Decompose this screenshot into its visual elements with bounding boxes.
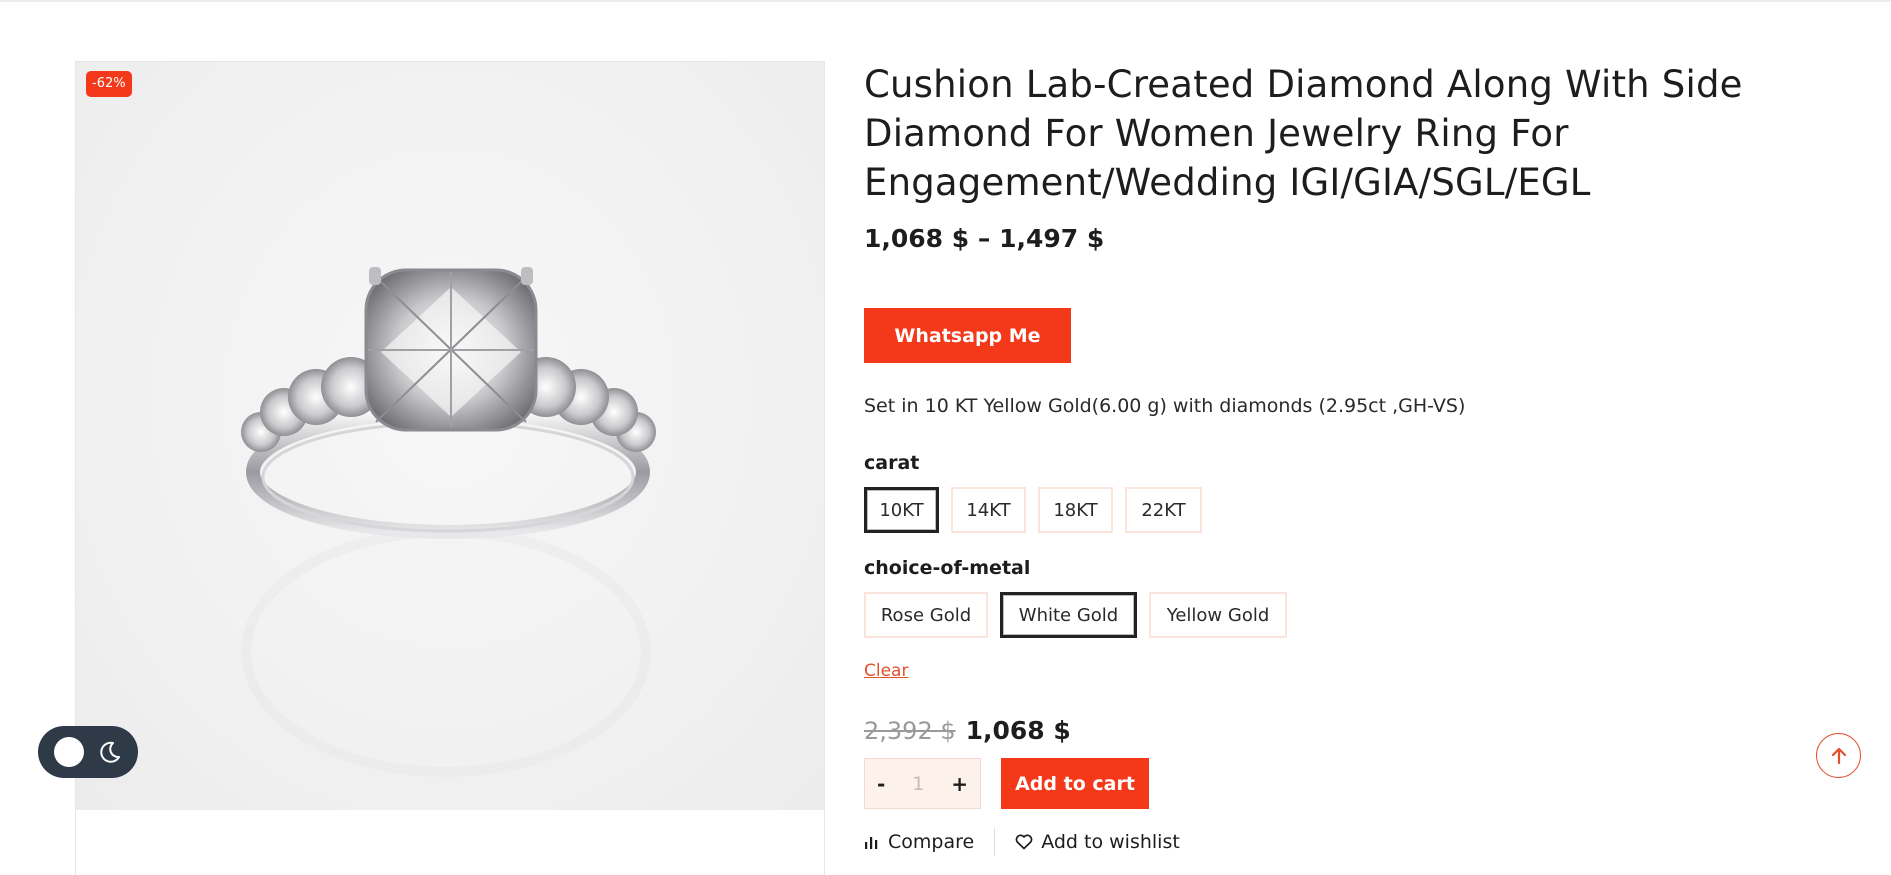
ring-illustration bbox=[241, 267, 656, 777]
quantity-input[interactable]: 1 bbox=[912, 773, 924, 795]
product-description: Set in 10 KT Yellow Gold(6.00 g) with di… bbox=[864, 395, 1466, 417]
swatch-yellow-gold[interactable]: Yellow Gold bbox=[1149, 592, 1287, 638]
variation-price: 2,392 $ 1,068 $ bbox=[864, 716, 1071, 745]
sale-price: 1,068 $ bbox=[965, 716, 1071, 745]
metal-swatches: Rose Gold White Gold Yellow Gold bbox=[864, 592, 1287, 638]
action-divider bbox=[994, 828, 996, 856]
top-border bbox=[0, 0, 1891, 2]
compare-link[interactable]: Compare bbox=[864, 831, 974, 853]
moon-icon bbox=[100, 741, 120, 763]
swatch-18kt[interactable]: 18KT bbox=[1038, 487, 1113, 533]
toggle-knob bbox=[54, 737, 84, 767]
price-range: 1,068 $ – 1,497 $ bbox=[864, 224, 1105, 253]
swatch-rose-gold[interactable]: Rose Gold bbox=[864, 592, 988, 638]
bar-chart-icon bbox=[865, 837, 878, 849]
swatch-white-gold[interactable]: White Gold bbox=[1000, 592, 1137, 638]
whatsapp-button[interactable]: Whatsapp Me bbox=[864, 308, 1071, 363]
wishlist-link[interactable]: Add to wishlist bbox=[1015, 831, 1180, 853]
clear-link[interactable]: Clear bbox=[864, 661, 908, 681]
compare-label: Compare bbox=[888, 831, 975, 853]
metal-label: choice-of-metal bbox=[864, 557, 1031, 579]
regular-price: 2,392 $ bbox=[864, 717, 956, 745]
product-image[interactable] bbox=[76, 62, 824, 810]
swatch-14kt[interactable]: 14KT bbox=[951, 487, 1026, 533]
swatch-22kt[interactable]: 22KT bbox=[1125, 487, 1202, 533]
quantity-decrease-button[interactable]: - bbox=[877, 772, 885, 796]
heart-icon bbox=[1015, 834, 1033, 850]
quantity-stepper: - 1 + bbox=[864, 758, 981, 809]
product-title: Cushion Lab-Created Diamond Along With S… bbox=[864, 63, 1743, 204]
dark-mode-toggle[interactable] bbox=[38, 726, 138, 778]
sale-badge: -62% bbox=[86, 71, 132, 97]
arrow-up-icon bbox=[1831, 747, 1846, 764]
carat-label: carat bbox=[864, 452, 920, 474]
product-gallery: -62% bbox=[75, 61, 825, 875]
product-actions: Compare Add to wishlist bbox=[864, 828, 1180, 856]
wishlist-label: Add to wishlist bbox=[1041, 831, 1180, 853]
swatch-10kt[interactable]: 10KT bbox=[864, 487, 939, 533]
quantity-increase-button[interactable]: + bbox=[951, 772, 968, 796]
add-to-cart-button[interactable]: Add to cart bbox=[1001, 758, 1149, 809]
scroll-to-top-button[interactable] bbox=[1816, 733, 1861, 778]
carat-swatches: 10KT 14KT 18KT 22KT bbox=[864, 487, 1202, 533]
